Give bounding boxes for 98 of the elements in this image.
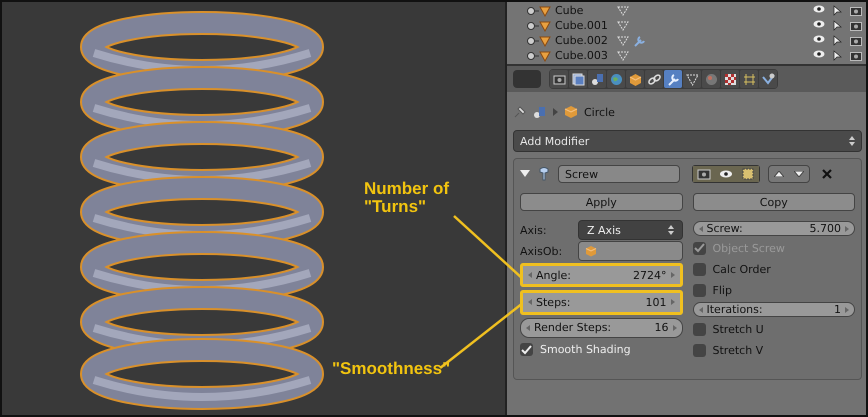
annotation-label: Number of "Turns"	[364, 180, 450, 216]
triangle-icon	[684, 72, 700, 86]
pin-icon[interactable]	[513, 105, 527, 119]
properties-tab[interactable]	[626, 70, 644, 88]
camera-icon	[697, 167, 711, 181]
camera-icon[interactable]	[850, 4, 862, 16]
cursor-icon[interactable]	[833, 20, 842, 32]
field-value: 1	[834, 303, 841, 316]
camera-icon[interactable]	[850, 50, 862, 60]
properties-tab[interactable]	[721, 70, 739, 88]
properties-tab[interactable]	[607, 70, 625, 88]
annotation-label: "Smoothness"	[332, 360, 450, 378]
eye-icon[interactable]	[813, 50, 825, 58]
close-button[interactable]	[822, 166, 832, 182]
check-icon	[521, 344, 532, 355]
action-button[interactable]: Copy	[692, 193, 855, 211]
updown-icon	[668, 225, 674, 235]
field-label: Screw:	[706, 222, 744, 235]
field-value: Screw	[565, 168, 598, 180]
mesh-icon[interactable]	[527, 4, 551, 16]
field-label: Axis:	[520, 224, 548, 236]
scene-icon	[533, 105, 547, 119]
properties-tab[interactable]	[664, 70, 682, 88]
triangle-icon[interactable]	[617, 20, 629, 30]
checkbox-label: Stretch U	[712, 322, 764, 336]
field-value: 2724°	[633, 268, 666, 282]
checkbox-label: Stretch V	[712, 344, 764, 356]
camera-icon[interactable]	[850, 34, 862, 46]
mesh-icon[interactable]	[527, 34, 551, 46]
sphere-icon	[704, 72, 718, 86]
toggle-button[interactable]	[737, 166, 759, 182]
dropdown-value: Z Axis	[587, 224, 621, 236]
cube-icon	[628, 72, 642, 86]
checkbox[interactable]	[692, 344, 706, 356]
screw-icon	[538, 167, 550, 181]
object-name: Circle	[584, 106, 615, 118]
checkbox-label: Smooth Shading	[540, 343, 631, 356]
field-value: 5.700	[810, 222, 841, 235]
checkbox[interactable]	[520, 343, 533, 356]
toggle-button[interactable]	[693, 166, 715, 182]
field-value: 101	[646, 296, 666, 309]
cube-icon	[564, 105, 578, 119]
camera-icon[interactable]	[850, 20, 862, 30]
axis-dropdown[interactable]: Z Axis	[578, 220, 682, 240]
properties-tab[interactable]	[740, 70, 758, 88]
down-arrow-icon	[794, 171, 804, 177]
object-name[interactable]: Cube.002	[555, 34, 613, 47]
vertex-icon	[741, 167, 755, 181]
picture-icon	[570, 72, 586, 86]
cursor-icon[interactable]	[833, 50, 842, 62]
properties-tab[interactable]	[645, 70, 663, 88]
checkbox-label: Flip	[712, 284, 732, 296]
dropdown-label: Add Modifier	[520, 134, 590, 148]
updown-icon	[849, 136, 855, 146]
field-label: Angle:	[536, 268, 572, 282]
checker-icon	[722, 72, 738, 86]
action-button[interactable]: Apply	[520, 193, 682, 211]
caret-icon	[553, 108, 558, 116]
spheres-icon	[590, 72, 604, 86]
leader-line	[453, 215, 522, 278]
expand-icon[interactable]	[520, 170, 530, 178]
object-field[interactable]	[578, 241, 682, 261]
check-icon	[694, 243, 704, 253]
field-label: Render Steps:	[534, 321, 612, 334]
eye-icon[interactable]	[813, 4, 825, 12]
checkbox-label: Calc Order	[712, 262, 771, 276]
triangle-icon[interactable]	[617, 50, 629, 60]
mesh-icon[interactable]	[527, 20, 551, 32]
eye-icon[interactable]	[813, 34, 825, 42]
cursor-icon[interactable]	[833, 34, 842, 46]
field-label: Steps:	[536, 296, 572, 309]
up-arrow-icon	[774, 171, 784, 177]
checkbox[interactable]	[692, 284, 706, 296]
wrench-icon	[666, 72, 680, 86]
eye-icon[interactable]	[813, 20, 825, 28]
cursor-icon[interactable]	[833, 4, 842, 16]
properties-tab[interactable]	[759, 70, 777, 88]
properties-tab[interactable]	[683, 70, 701, 88]
add-modifier-dropdown[interactable]: Add Modifier	[513, 130, 862, 152]
field-label: AxisOb:	[520, 244, 564, 258]
field-value: 16	[654, 321, 668, 334]
object-name[interactable]: Cube	[555, 4, 613, 17]
cube-icon	[585, 245, 597, 257]
mesh-icon[interactable]	[527, 50, 551, 62]
triangle-icon[interactable]	[617, 36, 629, 46]
triangle-icon[interactable]	[617, 6, 629, 16]
close-icon	[822, 168, 832, 178]
properties-tab[interactable]	[588, 70, 606, 88]
object-name[interactable]: Cube.003	[555, 49, 613, 62]
properties-tab[interactable]	[569, 70, 587, 88]
globe-icon	[608, 72, 624, 86]
field-label: Iterations:	[706, 303, 764, 316]
object-name[interactable]: Cube.001	[555, 19, 613, 32]
checkbox[interactable]	[692, 322, 706, 336]
properties-tab[interactable]	[550, 70, 568, 88]
checkbox[interactable]	[692, 262, 706, 276]
chain-icon	[646, 72, 662, 86]
name-field[interactable]: Screw	[558, 165, 680, 183]
